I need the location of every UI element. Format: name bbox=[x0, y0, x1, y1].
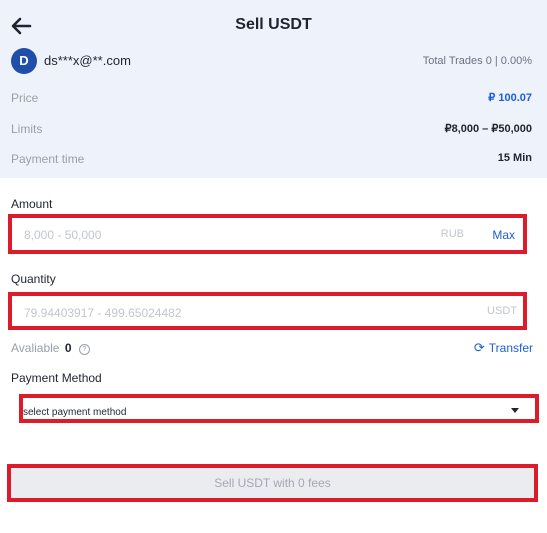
quantity-unit: USDT bbox=[487, 305, 517, 317]
limits-value: ₽8,000 – ₽50,000 bbox=[444, 123, 532, 135]
payment-method-placeholder: select payment method bbox=[23, 407, 127, 418]
payment-method-label: Payment Method bbox=[11, 371, 102, 385]
merchant-row: D ds***x@**.com Total Trades 0 | 0.00% bbox=[0, 48, 547, 76]
page-title: Sell USDT bbox=[235, 16, 312, 33]
amount-field[interactable]: RUB Max bbox=[8, 214, 527, 254]
question-icon[interactable]: ? bbox=[78, 344, 90, 355]
price-row: Price ₽ 100.07 bbox=[0, 91, 547, 111]
sell-button[interactable]: Sell USDT with 0 fees bbox=[7, 464, 538, 502]
payment-time-label: Payment time bbox=[11, 152, 85, 166]
price-value: ₽ 100.07 bbox=[488, 92, 532, 104]
available-balance: Avaliable 0 ? bbox=[11, 341, 90, 355]
amount-label: Amount bbox=[11, 197, 53, 211]
quantity-field[interactable]: USDT bbox=[8, 292, 527, 330]
avatar: D bbox=[11, 48, 37, 74]
total-trades: Total Trades 0 | 0.00% bbox=[422, 55, 532, 67]
transfer-icon: ⟳ bbox=[473, 340, 485, 355]
payment-method-select[interactable]: select payment method bbox=[19, 394, 539, 423]
transfer-link[interactable]: ⟳ Transfer bbox=[474, 340, 533, 356]
header: Sell USDT bbox=[0, 0, 547, 52]
amount-input[interactable] bbox=[22, 218, 426, 252]
limits-label: Limits bbox=[11, 122, 43, 136]
payment-time-value: 15 Min bbox=[497, 152, 532, 164]
quantity-label: Quantity bbox=[11, 272, 56, 286]
order-summary-panel: Sell USDT D ds***x@**.com Total Trades 0… bbox=[0, 0, 547, 178]
price-label: Price bbox=[11, 91, 39, 105]
quantity-input[interactable] bbox=[22, 296, 426, 330]
merchant-email: ds***x@**.com bbox=[44, 53, 131, 68]
amount-unit: RUB bbox=[440, 228, 464, 240]
caret-down-icon bbox=[511, 408, 519, 413]
available-value: 0 bbox=[64, 341, 72, 355]
max-button[interactable]: Max bbox=[492, 228, 515, 242]
transfer-label: Transfer bbox=[488, 341, 533, 355]
payment-time-row: Payment time 15 Min bbox=[0, 152, 547, 172]
available-label: Avaliable bbox=[11, 341, 60, 355]
limits-row: Limits ₽8,000 – ₽50,000 bbox=[0, 122, 547, 142]
